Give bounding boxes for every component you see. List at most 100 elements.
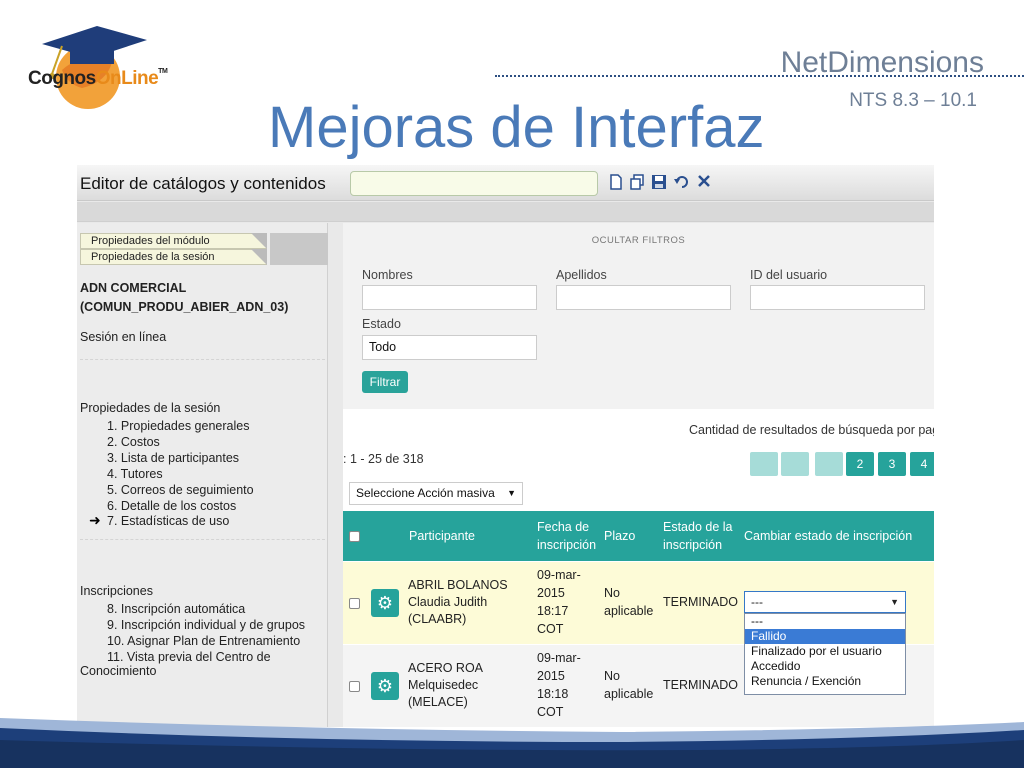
status-label: Estado [362,317,401,331]
left-navigation-panel: Propiedades del módulo Propiedades de la… [77,223,328,727]
userid-label: ID del usuario [750,268,828,282]
header-enrollment-date[interactable]: Fecha de inscripción [537,518,596,554]
term-cell: No aplicable [604,584,653,620]
divider [80,359,325,360]
enrollment-year: 2015 [537,669,565,683]
enrollment-year: 2015 [537,586,565,600]
table-header: Participante Fecha de inscripción Plazo … [343,511,934,561]
participant-name: Melquisedec [408,678,479,692]
gear-icon[interactable]: ⚙ [371,672,399,700]
status-option[interactable]: Finalizado por el usuario [745,644,905,659]
status-option[interactable]: Accedido [745,659,905,674]
slide: { "logo": {"brand_text_a": "Cognos", "br… [0,0,1024,768]
nav-item-assign-training-plan[interactable]: 10. Asignar Plan de Entrenamiento [107,634,300,648]
tab-module-properties[interactable]: Propiedades del módulo [80,233,267,249]
results-count: : 1 - 25 de 318 [343,452,424,466]
current-page-button[interactable] [815,452,843,476]
brand-divider [495,75,1024,77]
copy-icon[interactable] [629,174,645,190]
enrollment-date-cell: 09-mar- 2015 18:17 COT [537,566,581,638]
previous-page-button[interactable] [781,452,809,476]
nav-item-knowledge-center-preview[interactable]: 11. Vista previa del Centro de [107,650,271,664]
select-all-checkbox[interactable] [349,531,360,542]
nav-item-costs[interactable]: 2. Costos [107,435,160,449]
term-cell: No aplicable [604,667,653,703]
new-document-icon[interactable] [608,174,624,190]
undo-icon[interactable] [674,174,690,190]
save-icon[interactable] [651,174,667,190]
page-3-button[interactable]: 3 [878,452,906,476]
filters-section: OCULTAR FILTROS Nombres Apellidos ID del… [343,223,934,409]
catalog-editor-window: Editor de catálogos y contenidos Propied… [77,165,934,727]
logo-text-a: Cognos [28,68,96,89]
logo-text-b: OnLine [95,68,159,89]
gear-icon[interactable]: ⚙ [371,589,399,617]
enrollment-time: 18:17 [537,604,569,618]
header-enrollment-date-a: Fecha de [537,520,590,534]
chevron-down-icon: ▼ [507,488,516,498]
nav-item-followup-emails[interactable]: 5. Correos de seguimiento [107,483,254,497]
tab-session-properties-fill [270,249,328,265]
nav-item-tutors[interactable]: 4. Tutores [107,467,163,481]
page-2-button[interactable]: 2 [846,452,874,476]
status-option[interactable]: Renuncia / Exención [745,674,905,689]
header-participant[interactable]: Participante [409,527,475,545]
header-enrollment-status[interactable]: Estado de la inscripción [663,518,733,554]
header-enrollment-date-b: inscripción [537,538,597,552]
chevron-down-icon: ▼ [890,597,899,607]
session-properties-heading: Propiedades de la sesión [80,401,221,415]
surnames-label: Apellidos [556,268,607,282]
nav-item-general-properties[interactable]: 1. Propiedades generales [107,419,249,433]
status-filter-input[interactable]: Todo [362,335,537,360]
term-b: aplicable [604,604,654,618]
term-a: No [604,669,620,683]
session-name-line1: ADN COMERCIAL [80,281,187,295]
close-icon[interactable] [696,174,712,190]
enrollment-tz: COT [537,622,564,636]
nav-item-cost-details[interactable]: 6. Detalle de los costos [107,499,236,513]
header-term[interactable]: Plazo [604,527,635,545]
status-option[interactable]: --- [745,614,905,629]
header-change-status: Cambiar estado de inscripción [744,529,913,543]
first-page-button[interactable] [750,452,778,476]
hide-filters-link[interactable]: OCULTAR FILTROS [343,235,934,246]
editor-search-input[interactable] [350,171,598,196]
session-name: ADN COMERCIAL (COMUN_PRODU_ABIER_ADN_03) [80,279,288,317]
status-cell: TERMINADO [663,595,738,609]
enrollments-heading: Inscripciones [80,584,153,598]
page-4-button[interactable]: 4 [910,452,934,476]
status-options-dropdown: --- Fallido Finalizado por el usuario Ac… [744,613,906,695]
participant-code: (CLAABR) [408,612,467,626]
logo-text: CognosOnLineTM [28,68,168,90]
status-cell: TERMINADO [663,678,738,692]
product-version: NTS 8.3 – 10.1 [849,90,977,111]
change-status-select[interactable]: --- ▼ [744,591,906,613]
row-checkbox[interactable] [349,681,360,692]
editor-title: Editor de catálogos y contenidos [80,174,326,193]
row-checkbox[interactable] [349,598,360,609]
change-status-value: --- [751,595,763,609]
nav-item-knowledge-center-preview-wrap[interactable]: Conocimiento [80,664,320,678]
filter-button[interactable]: Filtrar [362,371,408,393]
userid-input[interactable] [750,285,925,310]
participant-surname: ACERO ROA [408,661,484,675]
nav-item-participants-list[interactable]: 3. Lista de participantes [107,451,239,465]
divider [80,539,325,540]
bulk-action-select[interactable]: Seleccione Acción masiva ▼ [349,482,523,505]
results-per-page-label: Cantidad de resultados de búsqueda por p… [689,423,934,437]
participant-surname: ABRIL BOLANOS [408,578,508,592]
surnames-input[interactable] [556,285,731,310]
names-input[interactable] [362,285,537,310]
tab-session-properties[interactable]: Propiedades de la sesión [80,249,267,265]
names-label: Nombres [362,268,413,282]
session-name-line2: (COMUN_PRODU_ABIER_ADN_03) [80,300,289,314]
status-option-selected[interactable]: Fallido [745,629,905,644]
header-enrollment-status-a: Estado de la [663,520,733,534]
participant-cell: ABRIL BOLANOS Claudia Judith (CLAABR) [408,577,508,628]
nav-item-usage-stats[interactable]: 7. Estadísticas de uso [107,514,229,528]
nav-item-individual-group-enrollment[interactable]: 9. Inscripción individual y de grupos [107,618,305,632]
enrollment-date: 09-mar- [537,568,581,582]
logo-tm: TM [158,68,168,75]
current-item-arrow-icon: ➜ [89,512,101,528]
nav-item-auto-enrollment[interactable]: 8. Inscripción automática [107,602,245,616]
